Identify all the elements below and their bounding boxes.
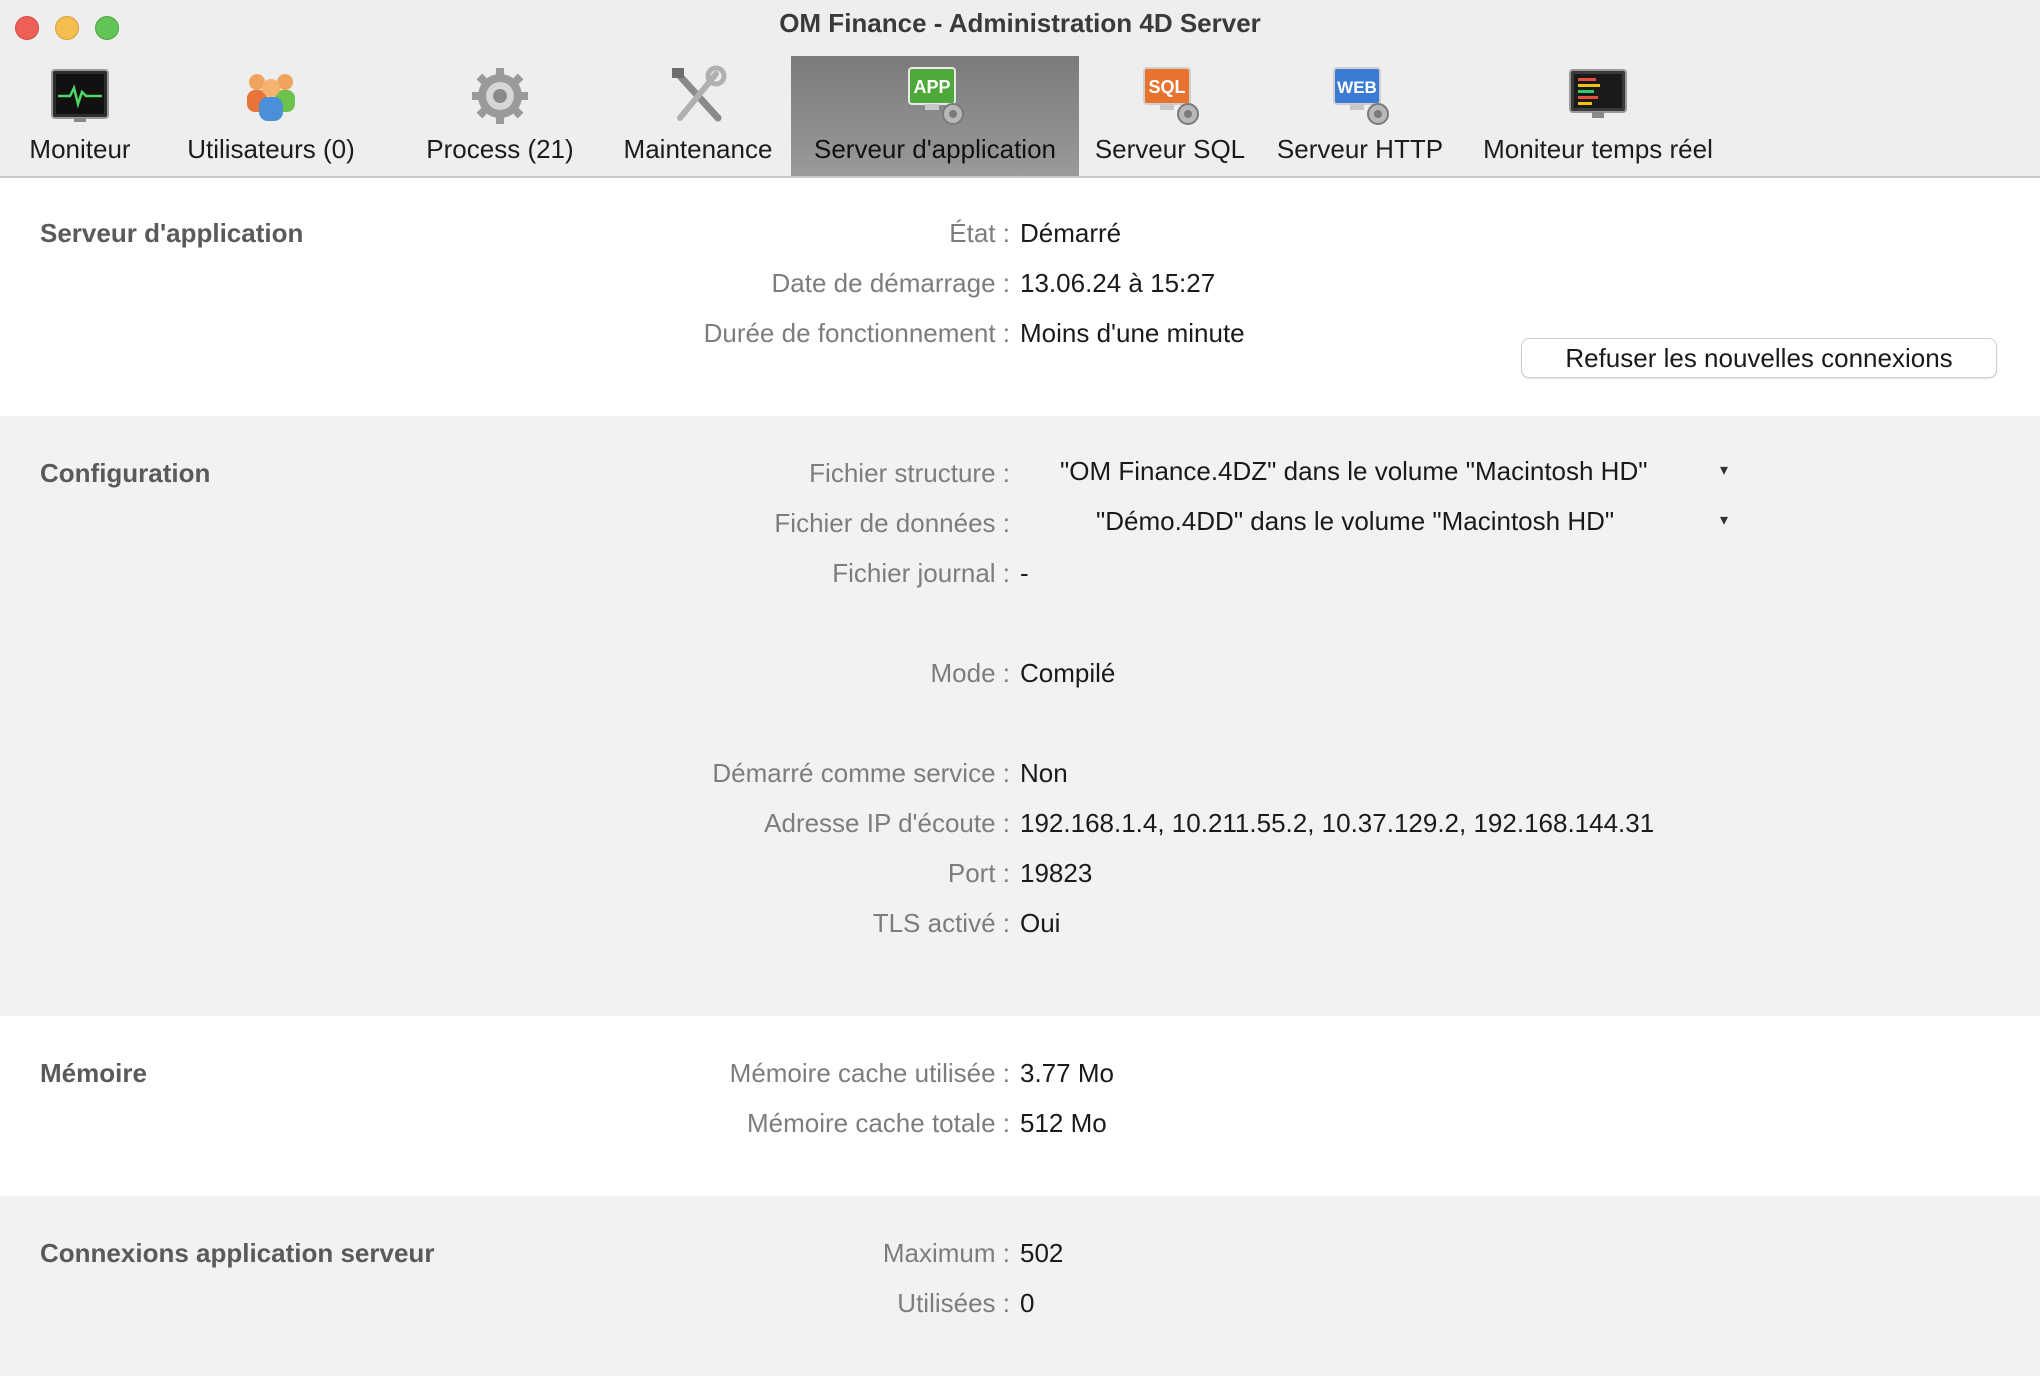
tab-label: Serveur d'application [814, 134, 1056, 164]
row-cache-utilisee: Mémoire cache utilisée : 3.77 Mo [0, 1058, 2040, 1098]
field-label: Port : [947, 858, 1010, 888]
field-label: Mode : [930, 658, 1011, 688]
tab-label: Maintenance [623, 134, 773, 164]
window-title: OM Finance - Administration 4D Server [779, 8, 1261, 38]
row-adresse-ip: Adresse IP d'écoute : 192.168.1.4, 10.21… [0, 808, 2040, 848]
duree-value: Moins d'une minute [1020, 318, 1245, 348]
service-value: Non [1020, 758, 1068, 788]
row-tls: TLS activé : Oui [0, 908, 2040, 948]
port-value: 19823 [1020, 858, 1093, 888]
tab-utilisateurs[interactable]: Utilisateurs (0) [168, 56, 374, 176]
field-label: Utilisées : [897, 1288, 1010, 1318]
row-port: Port : 19823 [0, 858, 2040, 898]
tab-label: Serveur SQL [1094, 134, 1246, 164]
web-icon-text: WEB [1337, 78, 1377, 97]
app-icon-text: APP [913, 77, 950, 97]
row-cache-totale: Mémoire cache totale : 512 Mo [0, 1108, 2040, 1148]
field-label: Fichier de données : [774, 508, 1010, 538]
section-configuration: Configuration Fichier structure : "OM Fi… [0, 416, 2040, 1016]
field-label: Fichier structure : [809, 458, 1010, 488]
row-service: Démarré comme service : Non [0, 758, 2040, 798]
gear-icon [468, 64, 532, 128]
field-label: TLS activé : [872, 908, 1010, 938]
structure-file-popup[interactable]: "OM Finance.4DZ" dans le volume "Macinto… [1040, 452, 1740, 492]
field-label: Date de démarrage : [771, 268, 1010, 298]
data-file-value: "Démo.4DD" dans le volume "Macintosh HD" [1096, 506, 1615, 536]
section-connexions: Connexions application serveur Maximum :… [0, 1196, 2040, 1376]
monitor-icon [48, 64, 112, 128]
chevron-down-icon: ▾ [1720, 512, 1729, 529]
sql-server-icon: SQL [1138, 64, 1202, 128]
row-fichier-journal: Fichier journal : - [0, 558, 2040, 598]
field-label: Maximum : [882, 1238, 1010, 1268]
tab-process[interactable]: Process (21) [412, 56, 588, 176]
tab-label: Serveur HTTP [1276, 134, 1444, 164]
field-label: État : [949, 218, 1010, 248]
tab-maintenance[interactable]: Maintenance [614, 56, 782, 176]
date-value: 13.06.24 à 15:27 [1020, 268, 1216, 298]
mode-value: Compilé [1020, 658, 1116, 688]
field-label: Adresse IP d'écoute : [764, 808, 1010, 838]
cache-used-value: 3.77 Mo [1020, 1058, 1114, 1088]
row-maximum: Maximum : 502 [0, 1238, 2040, 1278]
field-label: Fichier journal : [832, 558, 1010, 588]
tab-serveur-application[interactable]: APP Serveur d'application [791, 56, 1079, 176]
max-connections-value: 502 [1020, 1238, 1064, 1268]
tab-label: Utilisateurs (0) [187, 134, 355, 164]
chevron-down-icon: ▾ [1720, 462, 1729, 479]
field-label: Démarré comme service : [712, 758, 1010, 788]
section-memoire: Mémoire Mémoire cache utilisée : 3.77 Mo… [0, 1016, 2040, 1196]
row-mode: Mode : Compilé [0, 658, 2040, 698]
journal-value: - [1020, 558, 1029, 588]
admin-window: OM Finance - Administration 4D Server Mo… [0, 0, 2040, 1376]
row-utilisees: Utilisées : 0 [0, 1288, 2040, 1328]
field-label: Mémoire cache utilisée : [729, 1058, 1010, 1088]
tab-moniteur[interactable]: Moniteur [14, 56, 146, 176]
users-icon [239, 64, 303, 128]
section-app-server: Serveur d'application État : Démarré Dat… [0, 178, 2040, 416]
row-date-demarrage: Date de démarrage : 13.06.24 à 15:27 [0, 268, 2040, 308]
tab-label: Moniteur temps réel [1483, 134, 1713, 164]
field-label: Mémoire cache totale : [746, 1108, 1010, 1138]
tab-label: Moniteur [29, 134, 131, 164]
row-etat: État : Démarré [0, 218, 2040, 258]
tab-label: Process (21) [426, 134, 574, 164]
ip-value: 192.168.1.4, 10.211.55.2, 10.37.129.2, 1… [1020, 808, 1655, 838]
tls-value: Oui [1020, 908, 1061, 938]
etat-value: Démarré [1020, 218, 1122, 248]
structure-file-value: "OM Finance.4DZ" dans le volume "Macinto… [1060, 456, 1648, 486]
app-server-icon: APP [903, 64, 967, 128]
toolbar: Moniteur Utilisateurs (0) Process (21) M… [0, 56, 2040, 178]
tab-moniteur-temps-reel[interactable]: Moniteur temps réel [1470, 56, 1726, 176]
sql-icon-text: SQL [1148, 77, 1185, 97]
tools-icon [666, 64, 730, 128]
field-label: Durée de fonctionnement : [703, 318, 1010, 348]
used-connections-value: 0 [1020, 1288, 1035, 1318]
web-server-icon: WEB [1328, 64, 1392, 128]
tab-serveur-http[interactable]: WEB Serveur HTTP [1270, 56, 1450, 176]
refuse-connections-button[interactable]: Refuser les nouvelles connexions [1521, 338, 1997, 378]
realtime-monitor-icon [1566, 64, 1630, 128]
data-file-popup[interactable]: "Démo.4DD" dans le volume "Macintosh HD"… [1040, 502, 1740, 542]
title-bar: OM Finance - Administration 4D Server [0, 0, 2040, 56]
cache-total-value: 512 Mo [1020, 1108, 1107, 1138]
tab-serveur-sql[interactable]: SQL Serveur SQL [1090, 56, 1250, 176]
